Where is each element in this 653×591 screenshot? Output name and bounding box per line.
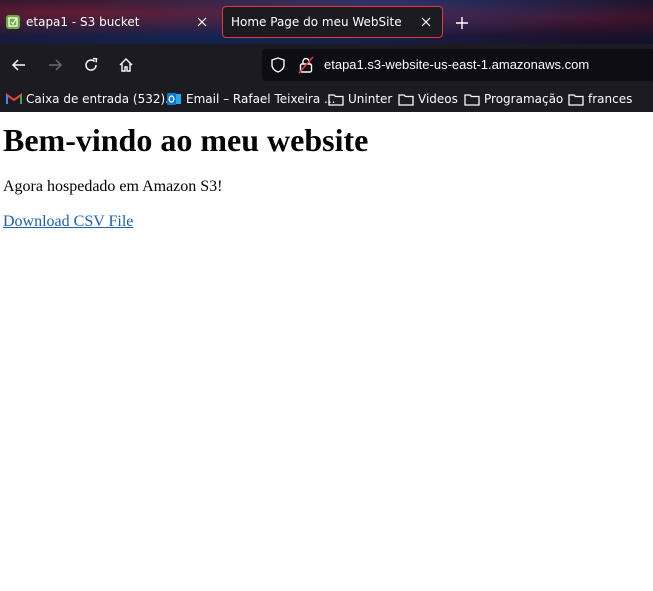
reload-icon[interactable] — [81, 55, 101, 75]
navigation-toolbar: etapa1.s3-website-us-east-1.amazonaws.co… — [0, 44, 653, 86]
bookmark-label: Email – Rafael Teixeira ... — [186, 92, 336, 106]
bookmark-label: Uninter — [348, 92, 393, 106]
bookmark-gmail[interactable]: Caixa de entrada (532)... — [6, 90, 177, 108]
bookmark-outlook[interactable]: Email – Rafael Teixeira ... — [166, 90, 335, 108]
folder-icon — [328, 92, 344, 106]
bookmark-folder-frances[interactable]: frances — [568, 90, 632, 108]
page-subtitle: Agora hospedado em Amazon S3! — [3, 178, 223, 195]
tab-s3-bucket[interactable]: etapa1 - S3 bucket — [0, 6, 218, 38]
forward-arrow-icon[interactable] — [45, 55, 65, 75]
folder-icon — [568, 92, 584, 106]
tab-strip: etapa1 - S3 bucket Home Page do meu WebS… — [0, 0, 653, 44]
tab-label: etapa1 - S3 bucket — [26, 15, 140, 29]
page-heading: Bem-vindo ao meu website — [3, 122, 369, 158]
url-text[interactable]: etapa1.s3-website-us-east-1.amazonaws.co… — [324, 57, 589, 72]
address-bar[interactable]: etapa1.s3-website-us-east-1.amazonaws.co… — [262, 49, 653, 81]
bookmark-folder-programacao[interactable]: Programação — [464, 90, 563, 108]
bookmark-label: frances — [588, 92, 633, 106]
web-page-content: Bem-vindo ao meu website Agora hospedado… — [0, 112, 653, 591]
folder-icon — [464, 92, 480, 106]
bookmark-folder-uninter[interactable]: Uninter — [328, 90, 392, 108]
tab-home-page[interactable]: Home Page do meu WebSite — [222, 6, 443, 38]
insecure-lock-icon[interactable] — [298, 56, 314, 74]
home-icon[interactable] — [116, 55, 136, 75]
new-tab-plus-icon[interactable] — [452, 13, 472, 33]
outlook-icon — [166, 92, 182, 106]
download-csv-link[interactable]: Download CSV File — [3, 213, 133, 231]
shield-icon[interactable] — [270, 57, 286, 73]
bookmark-label: Programação — [484, 92, 564, 106]
close-icon[interactable] — [194, 14, 210, 30]
tab-label: Home Page do meu WebSite — [231, 15, 402, 29]
close-icon[interactable] — [418, 14, 434, 30]
gmail-icon — [6, 92, 22, 106]
bookmark-label: Caixa de entrada (532)... — [26, 92, 177, 106]
folder-icon — [398, 92, 414, 106]
bookmark-label: Videos — [418, 92, 458, 106]
back-arrow-icon[interactable] — [9, 55, 29, 75]
s3-favicon-icon — [6, 15, 20, 29]
bookmarks-toolbar: Caixa de entrada (532)... Email – Rafael… — [0, 86, 653, 112]
bookmark-folder-videos[interactable]: Videos — [398, 90, 458, 108]
